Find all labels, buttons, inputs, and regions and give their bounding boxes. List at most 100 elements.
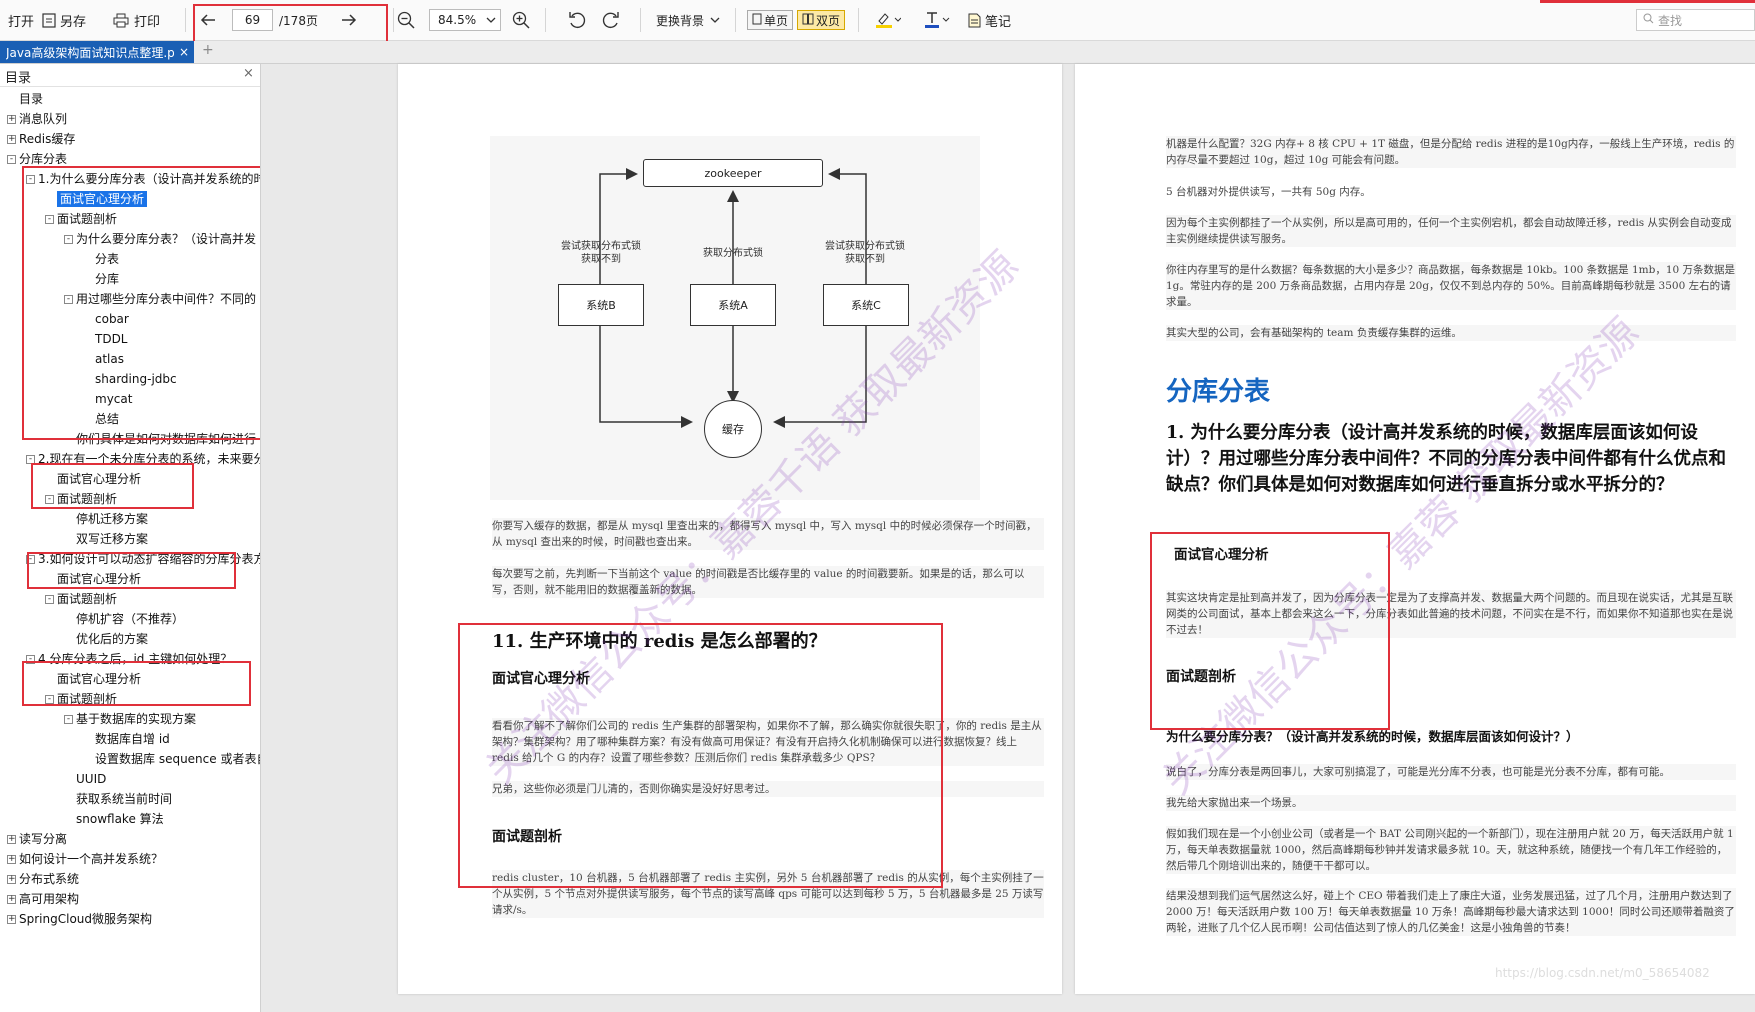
collapse-icon[interactable]: - <box>26 655 35 664</box>
outline-item[interactable]: + 读写分离 <box>7 829 67 849</box>
outline-item[interactable]: 停机扩容（不推荐） <box>64 609 184 629</box>
collapse-icon[interactable]: - <box>26 455 35 464</box>
outline-item[interactable]: 分表 <box>83 249 119 269</box>
outline-item[interactable]: -2.现在有一个未分库分表的系统，未来要分 <box>26 449 260 469</box>
footer-url: https://blog.csdn.net/m0_58654082 <box>1495 966 1710 980</box>
rotate-right-icon <box>602 11 620 29</box>
outline-item[interactable]: mycat <box>83 389 132 409</box>
paragraph: 机器是什么配置？32G 内存+ 8 核 CPU + 1T 磁盘，但是分配给 re… <box>1166 136 1736 168</box>
paragraph: 我先给大家抛出来一个场景。 <box>1166 795 1736 811</box>
arrow-left-icon <box>200 13 216 27</box>
sidebar-close-icon[interactable]: × <box>243 66 254 81</box>
outline-item[interactable]: - 面试题剖析 <box>45 689 117 709</box>
page-number-input[interactable]: 69 <box>232 9 273 31</box>
outline-item[interactable]: -3.如何设计可以动态扩容缩容的分库分表方 <box>26 549 260 569</box>
collapse-icon[interactable]: - <box>45 595 54 604</box>
outline-item[interactable]: 获取系统当前时间 <box>64 789 172 809</box>
outline-item[interactable]: - 用过哪些分库分表中间件？不同的 <box>64 289 256 309</box>
outline-item[interactable]: + SpringCloud微服务架构 <box>7 909 152 929</box>
outline-item[interactable]: 分库 <box>83 269 119 289</box>
outline-item[interactable]: cobar <box>83 309 129 329</box>
text-color-tool[interactable] <box>924 0 950 40</box>
outline-item[interactable]: 设置数据库 sequence 或者表自 <box>83 749 260 769</box>
collapse-icon[interactable]: - <box>45 695 54 704</box>
outline-item[interactable]: -4.分库分表之后，id 主键如何处理？ <box>26 649 232 669</box>
cache-label: 缓存 <box>722 423 744 436</box>
rotate-left-button[interactable] <box>568 0 586 40</box>
collapse-icon[interactable]: - <box>64 715 73 724</box>
paragraph: 你要写入缓存的数据，都是从 mysql 里查出来的，都得写入 mysql 中，写… <box>492 518 1044 550</box>
collapse-icon[interactable]: - <box>64 235 73 244</box>
outline-item[interactable]: 你们具体是如何对数据库如何进行 <box>64 429 256 449</box>
zoom-in-button[interactable] <box>512 0 530 40</box>
prev-page-button[interactable] <box>200 0 216 40</box>
zoom-select[interactable]: 84.5% <box>429 9 501 31</box>
double-page-button[interactable]: 双页 <box>797 10 846 30</box>
save-as-label: 另存 <box>60 14 87 30</box>
outline-item[interactable]: -1.为什么要分库分表（设计高并发系统的时 <box>26 169 260 189</box>
outline-item[interactable]: TDDL <box>83 329 128 349</box>
outline-item[interactable]: snowflake 算法 <box>64 809 164 829</box>
outline-item[interactable]: sharding-jdbc <box>83 369 177 389</box>
outline-item[interactable]: - 面试题剖析 <box>45 589 117 609</box>
outline-item[interactable]: 数据库自增 id <box>83 729 170 749</box>
tab-close-icon[interactable]: × <box>179 45 189 59</box>
outline-item[interactable]: - 为什么要分库分表？（设计高并发 <box>64 229 256 249</box>
new-tab-button[interactable]: + <box>202 42 214 58</box>
save-as-button[interactable]: 另存 <box>42 0 86 40</box>
outline-item[interactable]: 面试官心理分析 <box>45 189 148 209</box>
outline-item[interactable]: - 基于数据库的实现方案 <box>64 709 196 729</box>
outline-item[interactable]: + 分布式系统 <box>7 869 79 889</box>
outline-item[interactable]: - 面试题剖析 <box>45 489 117 509</box>
highlight-tool[interactable] <box>875 0 901 40</box>
collapse-icon[interactable]: - <box>45 495 54 504</box>
expand-icon[interactable]: + <box>7 835 16 844</box>
notes-button[interactable]: 笔记 <box>968 0 1011 40</box>
collapse-icon[interactable]: - <box>7 155 16 164</box>
outline-item[interactable]: UUID <box>64 769 106 789</box>
rotate-right-button[interactable] <box>602 0 620 40</box>
zoom-out-button[interactable] <box>397 0 415 40</box>
document-tab-title: Java高级架构面试知识点整理.p <box>6 45 174 60</box>
outline-item-label: snowflake 算法 <box>76 812 164 826</box>
expand-icon[interactable]: + <box>7 875 16 884</box>
outline-item[interactable]: 面试官心理分析 <box>45 469 141 489</box>
collapse-icon[interactable]: - <box>45 215 54 224</box>
outline-item[interactable]: 双写迁移方案 <box>64 529 148 549</box>
outline-item[interactable]: 面试官心理分析 <box>45 669 141 689</box>
outline-item[interactable]: 停机迁移方案 <box>64 509 148 529</box>
print-button[interactable]: 打印 <box>113 0 160 40</box>
expand-icon[interactable]: + <box>7 135 16 144</box>
section-heading: 11. 生产环境中的 redis 是怎么部署的？ <box>492 631 827 652</box>
search-input[interactable]: 查找 <box>1636 9 1755 31</box>
outline-item-label: 如何设计一个高并发系统？ <box>19 852 164 866</box>
outline-item[interactable]: 目录 <box>7 89 43 109</box>
outline-item[interactable]: + 消息队列 <box>7 109 67 129</box>
pdf-page-left: zookeeper 系统B 系统A 系统C 缓存 尝试获取分布式锁 获取不到 获… <box>398 64 1062 994</box>
outline-item-label: 面试官心理分析 <box>57 191 148 207</box>
outline-item[interactable]: 优化后的方案 <box>64 629 148 649</box>
open-button[interactable]: 打开 <box>8 0 34 40</box>
collapse-icon[interactable]: - <box>26 175 35 184</box>
outline-item[interactable]: + Redis缓存 <box>7 129 75 149</box>
outline-item[interactable]: - 分库分表 <box>7 149 67 169</box>
outline-item-label: 面试官心理分析 <box>57 572 142 586</box>
collapse-icon[interactable]: - <box>64 295 73 304</box>
document-tab[interactable]: Java高级架构面试知识点整理.p × <box>0 41 194 63</box>
expand-icon[interactable]: + <box>7 895 16 904</box>
single-page-button[interactable]: 单页 <box>747 10 794 30</box>
outline-item[interactable]: + 高可用架构 <box>7 889 79 909</box>
expand-icon[interactable]: + <box>7 915 16 924</box>
expand-icon[interactable]: + <box>7 855 16 864</box>
collapse-icon[interactable]: - <box>26 555 35 564</box>
outline-item[interactable]: - 面试题剖析 <box>45 209 117 229</box>
expand-icon[interactable]: + <box>7 115 16 124</box>
next-page-button[interactable] <box>341 0 357 40</box>
outline-item-label: 数据库自增 id <box>95 732 170 746</box>
background-select[interactable]: 更换背景 <box>656 0 720 40</box>
outline-item-label: TDDL <box>95 332 128 346</box>
outline-item[interactable]: + 如何设计一个高并发系统？ <box>7 849 163 869</box>
outline-item[interactable]: 面试官心理分析 <box>45 569 141 589</box>
outline-item[interactable]: 总结 <box>83 409 119 429</box>
outline-item[interactable]: atlas <box>83 349 124 369</box>
